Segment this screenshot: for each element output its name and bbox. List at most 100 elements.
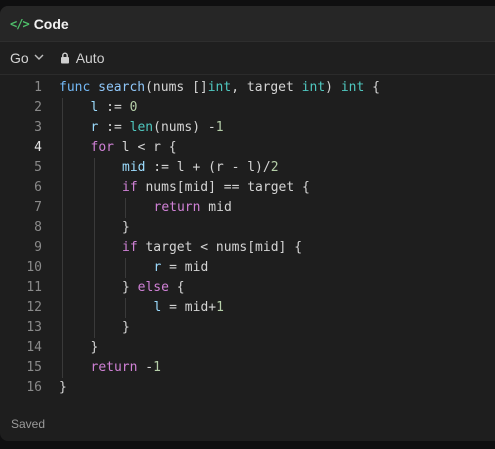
code-text: l := 0: [91, 98, 138, 118]
code-editor[interactable]: 1 func search(nums []int, target int) int…: [0, 78, 495, 398]
code-icon: </>: [10, 16, 30, 31]
line-number: 1: [34, 80, 42, 95]
line-number: 12: [26, 300, 42, 315]
indent-guide: [93, 318, 95, 338]
code-text: r = mid: [154, 258, 209, 278]
indent-guide: [93, 218, 95, 238]
code-line[interactable]: 15 return -1: [0, 358, 495, 378]
line-number: 15: [26, 360, 42, 375]
code-text: return mid: [154, 198, 232, 218]
code-text: return -1: [91, 358, 161, 378]
code-text: if nums[mid] == target {: [122, 178, 310, 198]
save-status: Saved: [11, 417, 46, 431]
code-token: = mid: [161, 260, 209, 275]
code-token: (nums []: [145, 80, 208, 95]
code-line[interactable]: 13}: [0, 318, 495, 338]
code-token: }: [122, 320, 130, 335]
indent-guide: [62, 158, 63, 178]
indent-guide: [62, 118, 63, 138]
code-text: }: [91, 338, 99, 358]
code-token: }: [122, 220, 130, 235]
indent-guide: [93, 238, 95, 258]
code-token: return: [153, 200, 201, 215]
indent-guide: [93, 198, 95, 218]
code-line[interactable]: 12 l = mid+1: [0, 298, 495, 318]
indent-guide: [62, 138, 63, 158]
code-text: r := len(nums) -1: [91, 118, 224, 138]
code-text: mid := l + (r - l)/2: [122, 158, 279, 178]
code-text: for l < r {: [91, 138, 177, 158]
code-token: mid: [122, 160, 146, 175]
code-text: }: [122, 218, 130, 238]
code-token: func: [59, 80, 91, 95]
code-token: 1: [215, 120, 224, 135]
indent-guide: [125, 198, 126, 218]
line-number: 11: [26, 280, 42, 295]
code-line[interactable]: 8}: [0, 218, 495, 238]
code-line[interactable]: 10 r = mid: [0, 258, 495, 278]
code-token: }: [122, 280, 138, 295]
line-number: 10: [26, 260, 42, 275]
code-line[interactable]: 1 func search(nums []int, target int) int…: [0, 78, 495, 98]
line-number: 16: [26, 380, 42, 395]
code-token: {: [168, 280, 185, 295]
indent-guide: [93, 258, 95, 278]
language-label: Go: [10, 50, 29, 66]
code-token: 0: [129, 100, 138, 115]
indent-guide: [62, 358, 63, 378]
panel-title: Code: [33, 15, 69, 32]
code-line[interactable]: 3 r := len(nums) -1: [0, 118, 495, 138]
code-line[interactable]: 9 if target < nums[mid] {: [0, 238, 495, 258]
code-line[interactable]: 4 for l < r {: [0, 138, 495, 158]
code-token: {: [364, 80, 380, 95]
code-token: int: [301, 80, 326, 95]
code-text: func search(nums []int, target int) int …: [59, 78, 380, 98]
indent-guide: [125, 298, 126, 318]
code-token: :=: [98, 120, 130, 135]
code-token: (nums) -: [153, 120, 216, 135]
code-line[interactable]: 14}: [0, 338, 495, 358]
code-token: len: [129, 120, 154, 135]
code-token: nums[mid] == target {: [137, 180, 310, 195]
indent-guide: [62, 98, 63, 118]
code-line[interactable]: 11} else {: [0, 278, 495, 298]
code-token: -: [137, 360, 154, 375]
code-token: target < nums[mid] {: [137, 240, 303, 255]
code-token: := l + (r - l)/: [145, 160, 271, 175]
code-text: }: [122, 318, 130, 338]
code-line[interactable]: 5 mid := l + (r - l)/2: [0, 158, 495, 178]
indent-guide: [93, 158, 95, 178]
indent-guide: [93, 298, 95, 318]
line-number: 14: [26, 340, 42, 355]
indent-guide: [62, 218, 63, 238]
indent-guide: [62, 178, 63, 198]
indent-guide: [62, 198, 63, 218]
line-number: 4: [34, 140, 42, 155]
code-token: 1: [216, 300, 224, 315]
code-token: else: [137, 280, 169, 295]
code-token: , target: [231, 80, 302, 95]
line-number: 8: [34, 220, 42, 235]
code-token: return: [90, 360, 138, 375]
line-number: 13: [26, 320, 42, 335]
code-token: = mid+: [161, 300, 217, 315]
code-token: search: [98, 80, 146, 95]
panel-header: </> Code: [0, 6, 495, 42]
code-text: if target < nums[mid] {: [122, 238, 302, 258]
code-line[interactable]: 2 l := 0: [0, 98, 495, 118]
indent-guide: [62, 338, 63, 358]
code-text: } else {: [122, 278, 185, 298]
code-line[interactable]: 7 return mid: [0, 198, 495, 218]
language-selector[interactable]: Go: [10, 50, 44, 66]
indent-guide: [62, 278, 63, 298]
line-number: 6: [34, 180, 42, 195]
mode-indicator[interactable]: Auto: [60, 50, 105, 66]
code-line[interactable]: 6 if nums[mid] == target {: [0, 178, 495, 198]
indent-guide: [62, 318, 63, 338]
code-text: }: [59, 378, 67, 398]
code-line[interactable]: 16}: [0, 378, 495, 398]
indent-guide: [93, 178, 95, 198]
code-token: l < r {: [113, 140, 177, 155]
code-token: 1: [153, 360, 161, 375]
